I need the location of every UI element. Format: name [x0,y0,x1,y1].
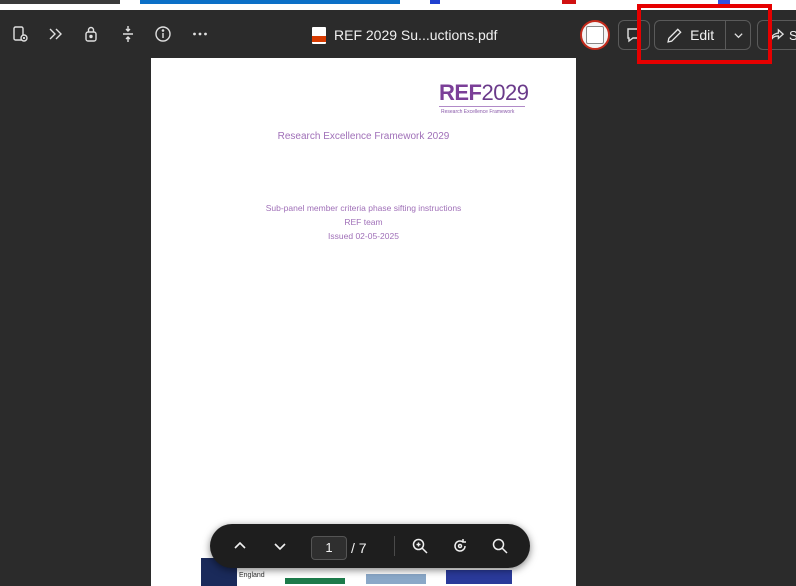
document-heading: Research Excellence Framework 2029 [277,131,450,142]
edit-button-group: Edit [654,20,751,50]
lock-icon[interactable] [76,19,106,49]
edit-dropdown-button[interactable] [726,21,750,49]
page-total: / 7 [351,540,367,556]
zoom-in-icon [412,538,428,554]
chevron-up-icon [234,541,246,549]
economy-logo [446,570,512,584]
browser-tab-strip [0,0,796,10]
sfc-logo [366,574,426,584]
document-title: REF 2029 Su...uctions.pdf [312,24,497,46]
logo-ref-text: REF [439,80,482,105]
pdf-page: REF2029 Research Excellence Framework Re… [151,58,576,586]
pdf-toolbar: REF 2029 Su...uctions.pdf Edit S [0,10,796,60]
page-navigation-bar: 1 / 7 [210,524,530,568]
divider [394,536,395,556]
logo-rule [439,106,525,107]
chevron-down-icon [734,32,743,38]
info-icon[interactable] [148,19,178,49]
document-author: REF team [344,217,383,227]
fit-page-icon[interactable] [113,19,143,49]
ref-2029-logo: REF2029 Research Excellence Framework [439,80,529,118]
rotate-icon [454,539,466,552]
document-title-text: REF 2029 Su...uctions.pdf [334,27,498,43]
avatar[interactable] [580,20,610,50]
previous-page-button[interactable] [225,531,255,561]
search-button[interactable] [485,531,515,561]
comment-button[interactable] [618,20,650,50]
document-date: Issued 02-05-2025 [328,231,399,241]
logo-year-text: 2029 [481,80,529,105]
zoom-in-button[interactable] [405,531,435,561]
share-icon [770,27,785,41]
england-logo: England [239,572,265,579]
next-page-button[interactable] [265,531,295,561]
pdf-file-icon [312,26,326,44]
search-icon [492,538,508,554]
edit-button[interactable]: Edit [655,21,727,49]
rotate-button[interactable] [445,531,475,561]
share-button[interactable]: S [757,20,796,50]
comment-icon [627,28,641,43]
edit-label: Edit [690,27,715,43]
pen-icon [667,27,682,43]
sidebar-toggle-icon[interactable] [5,19,35,49]
more-icon[interactable] [185,19,215,49]
document-subtitle: Sub-panel member criteria phase sifting … [265,203,462,213]
logo-subtitle: Research Excellence Framework [441,109,515,115]
page-number-input[interactable]: 1 [311,536,347,560]
medr-logo [285,578,345,584]
broken-image-icon [586,26,604,44]
share-label: S [789,27,796,43]
read-aloud-icon[interactable] [41,19,71,49]
chevron-down-icon [274,543,286,551]
